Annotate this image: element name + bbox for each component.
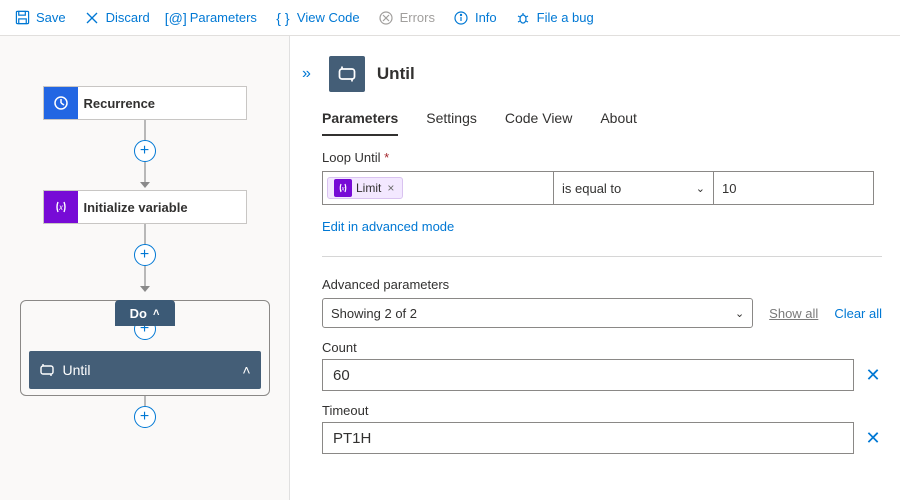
condition-operator-select[interactable]: is equal to ⌄	[554, 171, 714, 205]
chevron-down-icon: ⌄	[696, 182, 705, 195]
toolbar: Save Discard [@] Parameters { } View Cod…	[0, 0, 900, 36]
connector	[144, 266, 146, 286]
arrow-down-icon	[140, 286, 150, 292]
until-icon	[329, 56, 365, 92]
collapse-panel-button[interactable]: »	[296, 61, 317, 87]
remove-token-button[interactable]: ×	[385, 181, 396, 195]
errors-icon	[378, 10, 394, 26]
info-icon	[453, 10, 469, 26]
do-until-group[interactable]: Do ˄ + Until ˄	[20, 300, 270, 396]
tab-code-view[interactable]: Code View	[505, 110, 572, 136]
add-step-button[interactable]: +	[134, 244, 156, 266]
condition-row: x Limit × is equal to ⌄ 10	[322, 171, 882, 205]
variable-icon: x	[334, 179, 352, 197]
node-initialize-variable[interactable]: x Initialize variable	[43, 190, 247, 224]
do-header[interactable]: Do ˄	[115, 300, 175, 326]
tab-settings[interactable]: Settings	[426, 110, 477, 136]
chevron-up-icon: ˄	[153, 307, 159, 319]
add-step-button[interactable]: +	[134, 406, 156, 428]
condition-left-input[interactable]: x Limit ×	[322, 171, 554, 205]
timeout-input[interactable]: PT1H	[322, 422, 854, 454]
condition-value-input[interactable]: 10	[714, 171, 874, 205]
connector	[144, 396, 146, 406]
node-recurrence[interactable]: Recurrence	[43, 86, 247, 120]
designer-canvas: Recurrence + x Initialize variable + Do …	[0, 36, 290, 500]
clear-all-link[interactable]: Clear all	[834, 306, 882, 321]
view-code-button[interactable]: { } View Code	[267, 6, 368, 30]
node-label: Recurrence	[78, 96, 156, 111]
loop-icon	[39, 362, 55, 378]
clear-count-button[interactable]: ✕	[864, 365, 882, 386]
code-icon: { }	[275, 10, 291, 26]
info-button[interactable]: Info	[445, 6, 505, 30]
panel-tabs: Parameters Settings Code View About	[290, 92, 900, 136]
count-input[interactable]: 60	[322, 359, 854, 391]
advanced-params-select[interactable]: Showing 2 of 2 ⌄	[322, 298, 753, 328]
connector	[144, 120, 146, 140]
panel-title: Until	[377, 64, 415, 84]
arrow-down-icon	[140, 182, 150, 188]
divider	[322, 256, 882, 257]
save-icon	[14, 10, 30, 26]
svg-text:x: x	[58, 203, 64, 212]
variable-icon: x	[44, 191, 78, 223]
timeout-label: Timeout	[322, 403, 882, 418]
discard-button[interactable]: Discard	[76, 6, 158, 30]
chevron-up-icon: ˄	[242, 362, 250, 378]
connector	[144, 162, 146, 182]
save-button[interactable]: Save	[6, 6, 74, 30]
add-step-button[interactable]: +	[134, 140, 156, 162]
until-bar[interactable]: Until ˄	[29, 351, 261, 389]
connector	[144, 224, 146, 244]
parameters-button[interactable]: [@] Parameters	[160, 6, 265, 30]
count-label: Count	[322, 340, 882, 355]
tab-about[interactable]: About	[600, 110, 637, 136]
clear-timeout-button[interactable]: ✕	[864, 428, 882, 449]
token-chip[interactable]: x Limit ×	[327, 177, 403, 199]
errors-button[interactable]: Errors	[370, 6, 443, 30]
edit-advanced-mode-link[interactable]: Edit in advanced mode	[322, 211, 882, 250]
show-all-link[interactable]: Show all	[769, 306, 818, 321]
loop-until-label: Loop Until	[322, 150, 882, 165]
file-bug-button[interactable]: File a bug	[507, 6, 602, 30]
node-label: Initialize variable	[78, 200, 188, 215]
parameters-icon: [@]	[168, 10, 184, 26]
recurrence-icon	[44, 87, 78, 119]
advanced-parameters-label: Advanced parameters	[322, 277, 882, 292]
bug-icon	[515, 10, 531, 26]
tab-parameters[interactable]: Parameters	[322, 110, 398, 136]
chevron-down-icon: ⌄	[735, 307, 744, 320]
discard-icon	[84, 10, 100, 26]
action-panel: » Until Parameters Settings Code View Ab…	[290, 36, 900, 500]
